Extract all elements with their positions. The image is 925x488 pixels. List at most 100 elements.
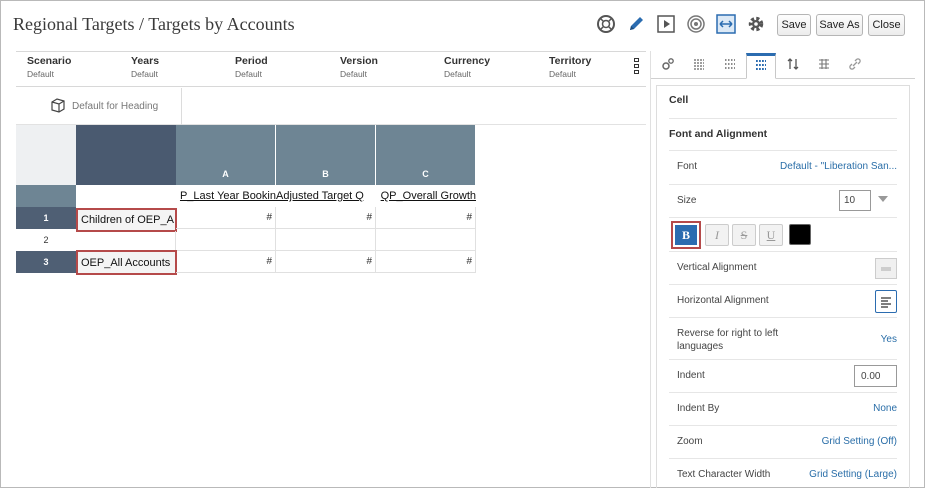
column-header-a[interactable]: A <box>176 125 276 185</box>
indent-label: Indent <box>677 370 705 381</box>
pov-name: Scenario <box>27 55 72 67</box>
indent-by-value[interactable]: None <box>873 403 897 414</box>
column-member[interactable]: Adjusted Target Q <box>276 185 376 207</box>
underline-button[interactable]: U <box>759 224 783 246</box>
member-row-header <box>16 185 76 207</box>
settings-gears-icon <box>661 57 675 76</box>
save-as-button[interactable]: Save As <box>816 14 863 36</box>
font-color-swatch[interactable] <box>789 224 811 245</box>
divider <box>669 150 897 151</box>
data-cell[interactable] <box>276 229 376 251</box>
pencil-icon[interactable] <box>625 13 647 35</box>
pov-scenario[interactable]: Scenario Default <box>27 55 71 79</box>
page-title: Regional Targets / Targets by Accounts <box>13 14 295 34</box>
text-width-row: Text Character Width Grid Setting (Large… <box>669 459 897 488</box>
tab-table-settings[interactable] <box>809 53 839 79</box>
column-member[interactable]: P_Last Year Bookin <box>176 185 276 207</box>
cell-properties: Cell Font and Alignment Font Default - "… <box>656 85 910 488</box>
close-button[interactable]: Close <box>868 14 905 36</box>
horizontal-alignment-row: Horizontal Alignment <box>669 285 897 318</box>
row-member[interactable]: Children of OEP_A <box>76 208 177 232</box>
row-member[interactable]: OEP_All Accounts <box>76 250 177 275</box>
zoom-row: Zoom Grid Setting (Off) <box>669 426 897 459</box>
vertical-align-icon[interactable] <box>875 258 897 279</box>
vertical-alignment-row: Vertical Alignment <box>669 252 897 285</box>
pov-territory[interactable]: Territory Default <box>549 55 591 79</box>
strikethrough-button[interactable]: S <box>732 224 756 246</box>
pov-value: Default <box>131 69 158 79</box>
table-icon <box>817 57 831 76</box>
data-cell[interactable]: # <box>276 251 376 273</box>
divider <box>669 118 897 119</box>
pov-currency[interactable]: Currency Default <box>444 55 490 79</box>
rtl-label: Reverse for right to left languages <box>677 328 779 352</box>
align-left-icon[interactable] <box>875 290 897 313</box>
tab-cell[interactable] <box>746 53 776 79</box>
sort-arrows-icon <box>786 57 800 76</box>
lifebuoy-icon[interactable] <box>595 13 617 35</box>
size-row: Size 10 <box>669 185 897 218</box>
tab-links[interactable] <box>840 53 870 79</box>
zoom-value[interactable]: Grid Setting (Off) <box>822 436 897 447</box>
text-width-label: Text Character Width <box>677 469 771 480</box>
row-number[interactable]: 3 <box>16 251 76 273</box>
bold-button[interactable]: B <box>675 225 697 245</box>
row-number[interactable]: 1 <box>16 207 76 229</box>
pov-name: Version <box>340 55 378 67</box>
data-cell[interactable]: # <box>276 207 376 229</box>
text-width-value[interactable]: Grid Setting (Large) <box>809 469 897 480</box>
pov-period[interactable]: Period Default <box>235 55 268 79</box>
toolbar-icons <box>595 13 767 35</box>
target-icon[interactable] <box>685 13 707 35</box>
data-cell[interactable]: # <box>376 251 476 273</box>
rtl-value[interactable]: Yes <box>881 334 897 345</box>
data-cell[interactable]: # <box>176 251 276 273</box>
font-row: Font Default - "Liberation San... <box>669 152 897 185</box>
pov-value: Default <box>549 69 576 79</box>
gear-icon[interactable] <box>745 13 767 35</box>
corner-cell <box>16 125 76 185</box>
tab-layout[interactable] <box>684 53 714 79</box>
row-header-block <box>76 125 176 185</box>
italic-button[interactable]: I <box>705 224 729 246</box>
title-bar: Regional Targets / Targets by Accounts S… <box>1 1 924 47</box>
indent-row: Indent 0.00 <box>669 360 897 393</box>
column-header-b[interactable]: B <box>276 125 376 185</box>
tab-form-properties[interactable] <box>653 53 683 79</box>
more-options-icon[interactable] <box>634 58 640 76</box>
size-input[interactable]: 10 <box>839 190 871 211</box>
section-cell: Cell <box>669 94 689 106</box>
font-label: Font <box>677 161 698 172</box>
pov-value: Default <box>340 69 367 79</box>
size-label: Size <box>677 195 697 206</box>
row-member[interactable] <box>76 231 176 251</box>
font-style-row: B I S U <box>669 218 897 252</box>
data-cell[interactable] <box>376 229 476 251</box>
save-button[interactable]: Save <box>777 14 811 36</box>
font-value[interactable]: Default - "Liberation San... <box>780 161 897 172</box>
horizontal-alignment-label: Horizontal Alignment <box>677 295 769 306</box>
zoom-label: Zoom <box>677 436 703 447</box>
play-icon[interactable] <box>655 13 677 35</box>
fit-width-icon[interactable] <box>715 13 737 35</box>
pov-value: Default <box>235 69 262 79</box>
default-heading-button[interactable]: Default for Heading <box>44 88 182 125</box>
indent-by-row: Indent By None <box>669 393 897 426</box>
data-cell[interactable]: # <box>376 207 476 229</box>
link-icon <box>848 57 862 76</box>
chevron-down-icon[interactable] <box>877 194 889 207</box>
panel-tabs <box>651 51 915 79</box>
data-cell[interactable] <box>176 229 276 251</box>
indent-input[interactable]: 0.00 <box>854 365 897 387</box>
column-member[interactable]: QP_Overall Growth <box>376 185 476 207</box>
row-number[interactable]: 2 <box>16 229 76 251</box>
column-header-c[interactable]: C <box>376 125 476 185</box>
data-cell[interactable]: # <box>176 207 276 229</box>
tab-sort[interactable] <box>778 53 808 79</box>
pov-version[interactable]: Version Default <box>340 55 378 79</box>
pov-name: Period <box>235 55 268 67</box>
heading-bar: Default for Heading <box>16 88 646 125</box>
pov-years[interactable]: Years Default <box>131 55 159 79</box>
tab-grid[interactable] <box>715 53 745 79</box>
pov-value: Default <box>27 69 54 79</box>
